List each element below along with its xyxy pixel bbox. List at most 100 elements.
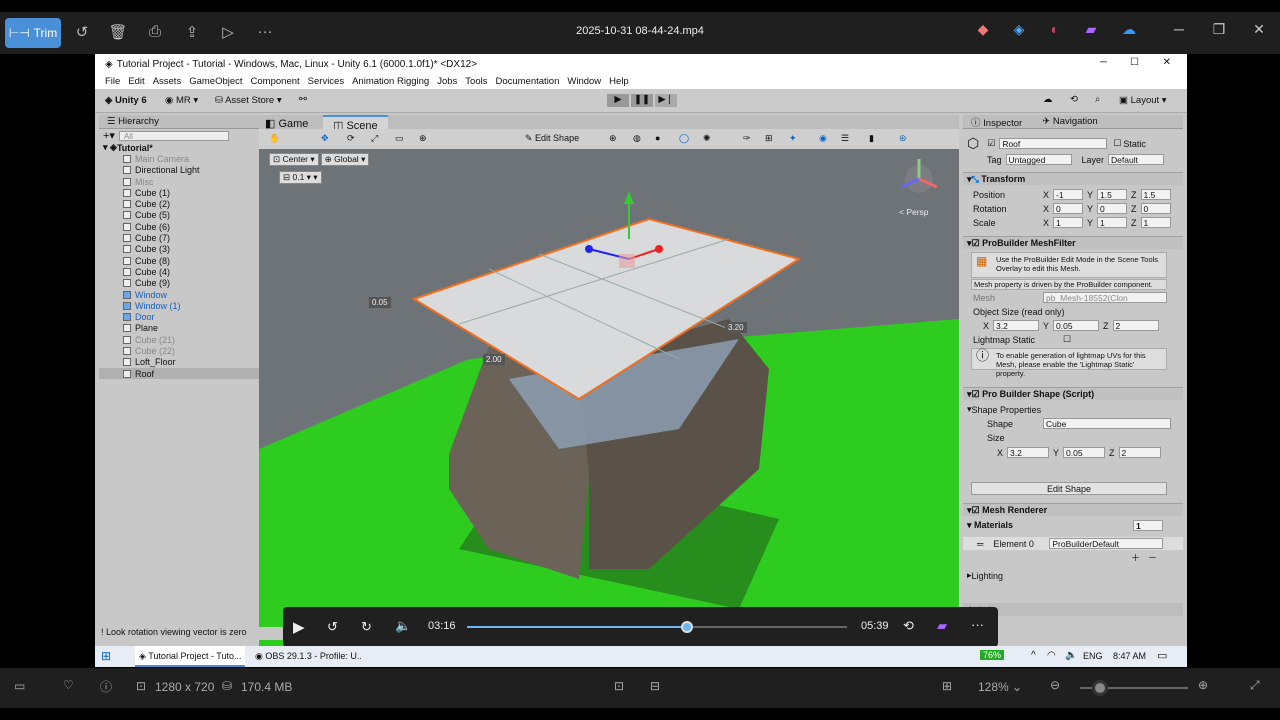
notification-icon[interactable]: ▭ (1157, 649, 1167, 662)
scale-tool-icon[interactable]: ⤢ (371, 133, 378, 144)
hierarchy-item[interactable]: Main Camera (99, 153, 259, 164)
persp-label[interactable]: < Persp (899, 207, 929, 217)
delete-icon[interactable]: 🗑 (108, 23, 128, 41)
static-checkbox[interactable]: ☐ (1113, 138, 1121, 149)
shape-size-y[interactable]: 0.05 (1063, 447, 1106, 458)
rotation-y[interactable]: 0 (1097, 203, 1128, 214)
step-button[interactable]: ▶❘ (655, 94, 677, 107)
shape-size-x[interactable]: 3.2 (1007, 447, 1050, 458)
camera-icon[interactable]: ▮ (869, 133, 874, 144)
hierarchy-item[interactable]: Cube (3) (99, 244, 259, 255)
lightmap-checkbox[interactable]: ☐ (1063, 334, 1071, 345)
shading-icon[interactable]: ◍ (633, 133, 641, 144)
2d-toggle-icon[interactable]: ⊛ (899, 133, 907, 144)
clock[interactable]: 8:47 AM (1113, 651, 1146, 661)
meshfilter-header[interactable]: ▾ ☑ ProBuilder MeshFilter (963, 236, 1183, 249)
scene-root[interactable]: ▾ ◈ Tutorial* (99, 142, 259, 153)
filmstrip-icon[interactable]: ▭ (14, 679, 25, 693)
unity-close-icon[interactable]: ✕ (1163, 57, 1171, 68)
material-field[interactable]: ProBuilderDefault (1049, 538, 1164, 549)
taskbar-unity-app[interactable]: ◈ Tutorial Project - Tuto... (135, 646, 245, 667)
restore-icon[interactable]: ❐ (1208, 21, 1230, 38)
fit-icon[interactable]: ⊞ (942, 679, 952, 693)
zoom-dropdown[interactable]: 128% ⌄ (978, 680, 1022, 694)
hierarchy-item[interactable]: Cube (22) (99, 345, 259, 356)
transform-tool-icon[interactable]: ⊕ (419, 133, 427, 144)
shape-header[interactable]: ▾ ☑ Pro Builder Shape (Script) (963, 387, 1183, 400)
add-material-icon[interactable]: ＋ (1131, 551, 1140, 564)
ocr-icon[interactable]: ⊟ (650, 679, 660, 693)
effects-icon[interactable]: ✺ (703, 133, 711, 144)
shape-props-row[interactable]: ▾ Shape Properties (963, 403, 1183, 416)
active-checkbox[interactable]: ☑ (987, 138, 995, 149)
space-global-dropdown[interactable]: ⊕ Global ▾ (320, 153, 370, 166)
unity-minimize-icon[interactable]: ─ (1100, 57, 1107, 68)
designer-icon[interactable]: ◈ (1008, 21, 1030, 38)
layout-dropdown[interactable]: ▣ Layout ▾ (1119, 95, 1167, 106)
windows-start-icon[interactable]: ⊞ (101, 649, 111, 663)
info-circle-icon[interactable]: ⓘ (100, 678, 112, 695)
hierarchy-item[interactable]: Roof (99, 367, 259, 380)
light-toggle-icon[interactable]: ✑ (743, 133, 751, 144)
rotation-z[interactable]: 0 (1140, 203, 1171, 214)
battery-indicator[interactable]: 76% (980, 650, 1005, 660)
menu-item[interactable]: Jobs (437, 76, 457, 87)
wifi-icon[interactable]: ◠ (1047, 650, 1056, 661)
hierarchy-item[interactable]: Directional Light (99, 165, 259, 176)
move-tool-icon[interactable]: ✥ (321, 133, 329, 144)
menu-item[interactable]: Tools (465, 76, 487, 87)
scale-y[interactable]: 1 (1097, 217, 1128, 228)
favorite-icon[interactable]: ♡ (63, 678, 74, 692)
globe-icon[interactable]: ⊕ (609, 133, 617, 144)
menu-item[interactable]: Services (308, 76, 344, 87)
taskbar-obs-app[interactable]: ◉ OBS 29.1.3 - Profile: U... (251, 646, 361, 667)
materials-count[interactable]: 1 (1133, 520, 1163, 531)
hierarchy-item[interactable]: Cube (6) (99, 221, 259, 232)
hierarchy-item[interactable]: Window (1) (99, 300, 259, 311)
lighting-row[interactable]: ▸ Lighting (963, 569, 1183, 582)
history-icon[interactable]: ⟲ (1070, 94, 1078, 105)
forward-30-icon[interactable]: ↻ (361, 619, 372, 635)
menu-item[interactable]: Window (567, 76, 601, 87)
shape-dropdown[interactable]: Cube (1043, 418, 1171, 429)
version-control-icon[interactable]: ⚯ (299, 94, 307, 105)
speaker-icon[interactable]: 🔈 (1065, 650, 1077, 661)
hierarchy-item[interactable]: Door (99, 311, 259, 322)
language-indicator[interactable]: ENG (1083, 651, 1103, 661)
menu-item[interactable]: File (105, 76, 120, 87)
seek-thumb[interactable] (681, 621, 694, 633)
scale-z[interactable]: 1 (1140, 217, 1171, 228)
visibility-icon[interactable]: ◉ (819, 133, 827, 144)
hierarchy-item[interactable]: Cube (1) (99, 187, 259, 198)
copilot-icon[interactable]: ◆ (972, 21, 994, 38)
crop-icon[interactable]: ⊡ (614, 679, 624, 693)
cloud-icon[interactable]: ☁ (1043, 94, 1053, 105)
position-x[interactable]: -1 (1053, 189, 1084, 200)
shape-size-z[interactable]: 2 (1118, 447, 1161, 458)
position-y[interactable]: 1.5 (1097, 189, 1128, 200)
menu-item[interactable]: GameObject (189, 76, 242, 87)
rotate-tool-icon[interactable]: ⟳ (347, 133, 355, 144)
component-checkbox[interactable]: ☑ (972, 238, 980, 249)
edit-shape-button[interactable]: ✎ Edit Shape (525, 133, 579, 144)
hierarchy-search-input[interactable]: All (118, 130, 229, 141)
snap-increment[interactable]: ⊟ 0.1 ▾ ▾ (279, 171, 322, 184)
account-dropdown[interactable]: ◉ MR ▾ (165, 95, 198, 106)
search-icon[interactable]: ⌕ (1095, 94, 1100, 105)
zoom-in-icon[interactable]: ⊕ (1198, 678, 1208, 692)
mesh-field[interactable]: pb_Mesh-18552(Clon (1043, 292, 1167, 303)
slideshow-icon[interactable]: ▷ (218, 23, 238, 41)
player-more-icon[interactable]: ··· (971, 617, 984, 632)
edit-shape-inspector-button[interactable]: Edit Shape (971, 482, 1167, 495)
hierarchy-item[interactable]: Cube (5) (99, 210, 259, 221)
menu-item[interactable]: Help (609, 76, 629, 87)
hierarchy-item[interactable]: Cube (8) (99, 255, 259, 266)
hierarchy-item[interactable]: Window (99, 289, 259, 300)
menu-item[interactable]: Component (251, 76, 300, 87)
play-icon[interactable]: ▶ (293, 618, 305, 636)
hierarchy-item[interactable]: Cube (2) (99, 198, 259, 209)
rect-tool-icon[interactable]: ▭ (395, 133, 404, 144)
mesh-renderer-header[interactable]: ▾ ☑ Mesh Renderer (963, 503, 1183, 516)
gizmos-icon[interactable]: ✦ (789, 133, 797, 144)
rotate-icon[interactable]: ↺ (72, 23, 92, 41)
